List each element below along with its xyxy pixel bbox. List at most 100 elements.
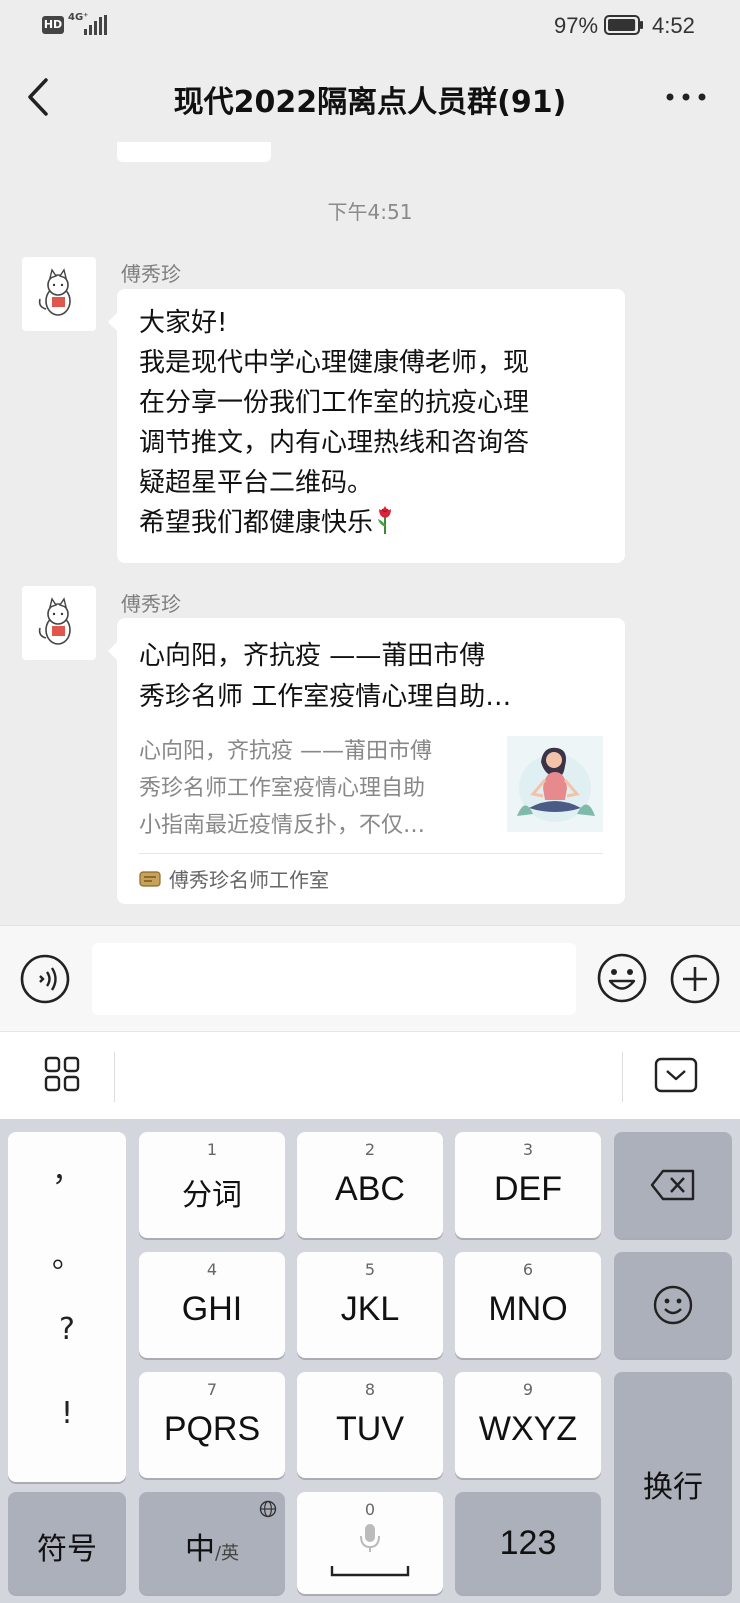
key-number: 9 xyxy=(522,1380,534,1399)
key-number: 2 xyxy=(364,1140,376,1159)
message-text: 大家好! 我是现代中学心理健康傅老师，现 在分享一份我们工作室的抗疫心理 调节推… xyxy=(139,303,609,543)
link-source[interactable]: 傅秀珍名师工作室 xyxy=(169,864,329,893)
ime-toolbar xyxy=(0,1031,740,1119)
emoji-icon[interactable] xyxy=(596,952,648,1004)
message-line: 调节推文，内有心理热线和咨询答 xyxy=(139,428,530,458)
lang-main: 中 xyxy=(184,1532,215,1567)
message-line: 疑超星平台二维码。 xyxy=(139,468,374,498)
status-bar: HD 4G⁺ 97% 4:52 xyxy=(0,0,740,52)
link-title-line: 秀珍名师 工作室疫情心理自助… xyxy=(139,682,512,712)
avatar[interactable] xyxy=(22,586,96,660)
key-label: 123 xyxy=(499,1524,557,1562)
link-desc-line: 秀珍名师工作室疫情心理自助 xyxy=(139,776,426,801)
link-desc-line: 心向阳，齐抗疫 ——莆田市傅 xyxy=(139,739,432,764)
signal-icon xyxy=(84,15,107,35)
divider xyxy=(139,853,603,854)
hd-badge: HD xyxy=(42,16,64,34)
key-number: 5 xyxy=(364,1260,376,1279)
globe-icon xyxy=(259,1500,277,1518)
key-label: DEF xyxy=(494,1170,562,1208)
key-label: PQRS xyxy=(163,1410,261,1448)
key-label: 符号 xyxy=(37,1532,97,1567)
emoji-key[interactable] xyxy=(614,1252,732,1358)
microphone-icon xyxy=(360,1524,380,1552)
link-desc-line: 小指南最近疫情反扑，不仅… xyxy=(139,813,426,838)
plus-icon[interactable] xyxy=(670,954,720,1004)
input-bar xyxy=(0,925,740,1031)
space-bar-icon xyxy=(330,1566,410,1577)
space-key[interactable]: 0 xyxy=(297,1492,443,1594)
link-card[interactable]: 心向阳，齐抗疫 ——莆田市傅 秀珍名师 工作室疫情心理自助… 心向阳，齐抗疫 —… xyxy=(108,618,625,904)
rose-emoji xyxy=(378,506,392,534)
key-9[interactable]: 9 WXYZ xyxy=(455,1372,601,1478)
smiley-icon xyxy=(653,1285,693,1325)
nav-bar: 现代2022隔离点人员群(91) xyxy=(0,52,740,142)
backspace-icon xyxy=(650,1169,695,1201)
punct-key[interactable]: ? xyxy=(8,1312,126,1347)
divider xyxy=(114,1052,115,1102)
message-line: 我是现代中学心理健康傅老师，现 xyxy=(139,348,530,378)
key-label: 换行 xyxy=(643,1470,703,1505)
cat-avatar-icon xyxy=(38,597,71,645)
message-line: 希望我们都健康快乐 xyxy=(139,508,374,538)
link-title-line: 心向阳，齐抗疫 ——莆田市傅 xyxy=(139,641,486,671)
key-7[interactable]: 7 PQRS xyxy=(139,1372,285,1478)
number-mode-key[interactable]: 123 xyxy=(455,1492,601,1594)
key-2[interactable]: 2 ABC xyxy=(297,1132,443,1238)
key-label: 分词 xyxy=(182,1178,242,1213)
key-number: 0 xyxy=(364,1500,376,1519)
language-key[interactable]: 中/英 xyxy=(139,1492,285,1594)
grid-menu-icon[interactable] xyxy=(44,1056,80,1092)
battery-percent: 97% xyxy=(554,13,599,38)
language-label: 中/英 xyxy=(139,1524,285,1568)
key-number: 7 xyxy=(206,1380,218,1399)
punct-key[interactable]: 。 xyxy=(8,1232,126,1276)
battery-icon xyxy=(604,15,643,35)
punct-key[interactable]: ， xyxy=(8,1146,126,1190)
key-label: GHI xyxy=(181,1290,243,1328)
key-8[interactable]: 8 TUV xyxy=(297,1372,443,1478)
chat-title: 现代2022隔离点人员群(91) xyxy=(173,85,567,120)
message-bubble[interactable]: 大家好! 我是现代中学心理健康傅老师，现 在分享一份我们工作室的抗疫心理 调节推… xyxy=(108,289,625,563)
key-label: WXYZ xyxy=(478,1410,578,1448)
more-dots-icon[interactable] xyxy=(664,82,708,112)
message-input[interactable] xyxy=(92,943,576,1015)
clock: 4:52 xyxy=(652,13,695,38)
key-1[interactable]: 1 分词 xyxy=(139,1132,285,1238)
key-3[interactable]: 3 DEF xyxy=(455,1132,601,1238)
key-number: 4 xyxy=(206,1260,218,1279)
key-4[interactable]: 4 GHI xyxy=(139,1252,285,1358)
divider xyxy=(622,1052,623,1102)
key-label: JKL xyxy=(340,1290,400,1328)
chevron-left-icon[interactable] xyxy=(20,74,56,120)
meditation-illustration xyxy=(507,736,603,832)
keyboard-hide-icon[interactable] xyxy=(654,1057,698,1093)
symbol-key[interactable]: 符号 xyxy=(8,1492,126,1594)
punctuation-column[interactable]: ， 。 ? ! xyxy=(8,1132,126,1482)
enter-key[interactable]: 换行 xyxy=(614,1372,732,1594)
key-label: MNO xyxy=(488,1290,568,1328)
message-line: 在分享一份我们工作室的抗疫心理 xyxy=(139,388,530,418)
key-number: 1 xyxy=(206,1140,218,1159)
link-description: 心向阳，齐抗疫 ——莆田市傅 秀珍名师工作室疫情心理自助 小指南最近疫情反扑，不… xyxy=(139,733,484,844)
lang-sub: /英 xyxy=(214,1543,240,1564)
key-number: 3 xyxy=(522,1140,534,1159)
key-label: ABC xyxy=(335,1170,405,1208)
key-number: 8 xyxy=(364,1380,376,1399)
key-6[interactable]: 6 MNO xyxy=(455,1252,601,1358)
backspace-key[interactable] xyxy=(614,1132,732,1238)
message-timestamp: 下午4:51 xyxy=(327,200,413,224)
voice-icon[interactable] xyxy=(20,954,70,1004)
keyboard: ， 。 ? ! 1 分词 2 ABC 3 DEF 4 GHI 5 JKL 6 M… xyxy=(0,1119,740,1603)
sender-name: 傅秀珍 xyxy=(121,592,181,616)
key-number: 6 xyxy=(522,1260,534,1279)
link-title: 心向阳，齐抗疫 ——莆田市傅 秀珍名师 工作室疫情心理自助… xyxy=(139,636,609,718)
cat-avatar-icon xyxy=(38,268,71,316)
official-account-icon xyxy=(139,871,161,887)
sender-name: 傅秀珍 xyxy=(121,262,181,286)
key-5[interactable]: 5 JKL xyxy=(297,1252,443,1358)
message-line: 大家好! xyxy=(139,308,228,338)
previous-message-bubble[interactable] xyxy=(117,142,271,162)
punct-key[interactable]: ! xyxy=(8,1396,126,1431)
avatar[interactable] xyxy=(22,257,96,331)
